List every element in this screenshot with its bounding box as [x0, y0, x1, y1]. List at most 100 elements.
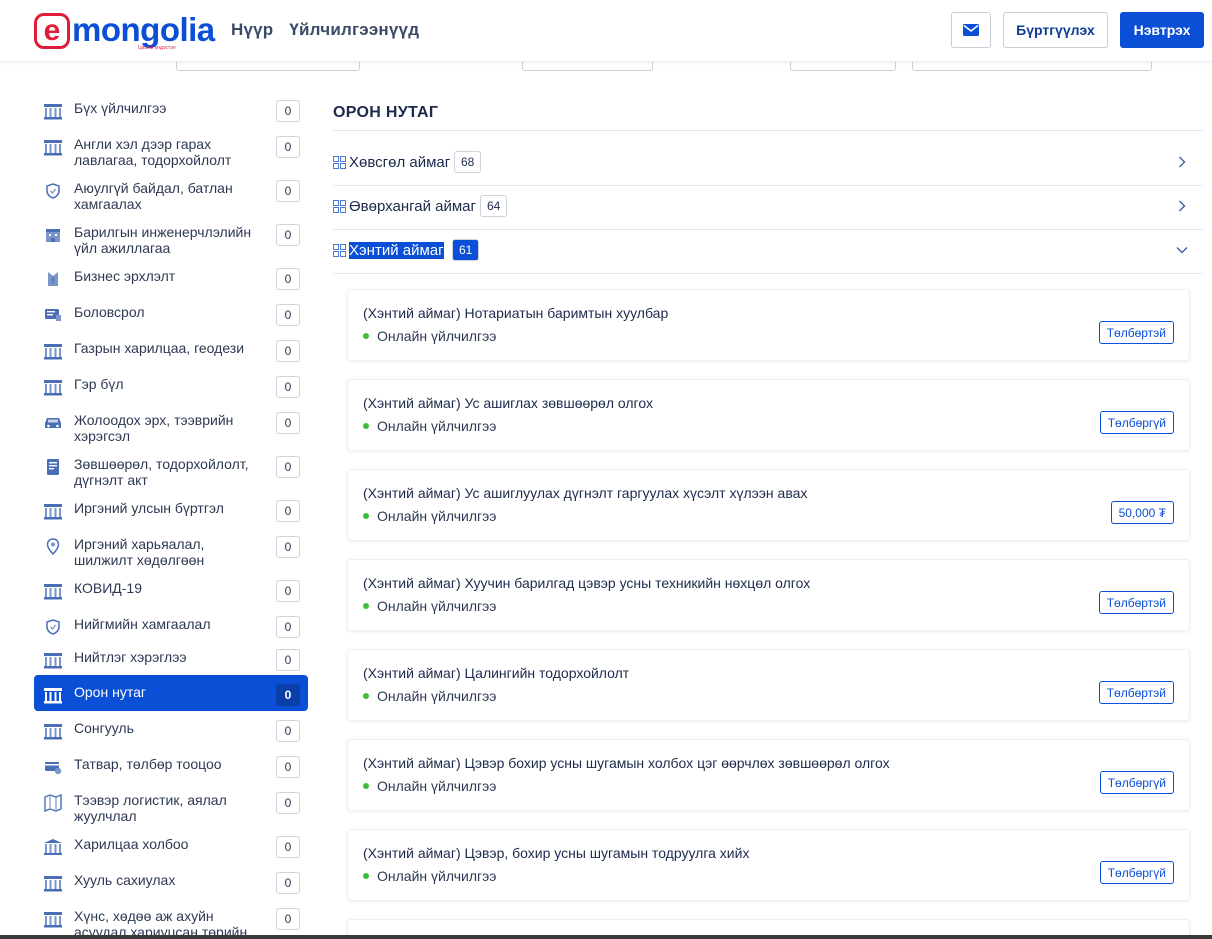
sidebar-item[interactable]: Газрын харилцаа, геодези 0	[34, 331, 308, 367]
status-dot-icon	[363, 783, 369, 789]
region-count: 64	[480, 195, 508, 217]
sidebar-item[interactable]: Бүх үйлчилгээ 0	[34, 91, 308, 127]
service-card[interactable]: (Хэнтий аймаг) Цэвэр, бохир усны шугамын…	[348, 830, 1189, 900]
sidebar-item-count: 0	[276, 412, 300, 434]
price-badge: 50,000 ₮	[1110, 501, 1174, 524]
mail-icon	[963, 24, 979, 36]
sidebar-item[interactable]: Татвар, төлбөр тооцоо 0	[34, 747, 308, 783]
sidebar-item[interactable]: Харилцаа холбоо 0	[34, 827, 308, 863]
service-card[interactable]: (Хэнтий аймаг) Хуучин барилгад цэвэр усн…	[348, 560, 1189, 630]
status-dot-icon	[363, 513, 369, 519]
chevron-right-icon[interactable]	[1175, 199, 1189, 213]
sidebar-item[interactable]: Орон нутаг 0	[34, 675, 308, 711]
service-card[interactable]: (Хэнтий аймаг) Цалингийн тодорхойлолт Онл…	[348, 650, 1189, 720]
sidebar-item-label: Жолоодох эрх, тээврийн хэрэгсэл	[74, 412, 234, 444]
login-button[interactable]: Нэвтрэх	[1120, 12, 1204, 48]
region-name: Хэнтий аймаг	[349, 242, 444, 259]
sidebar-item-count: 0	[276, 756, 300, 778]
sidebar-item[interactable]: Англи хэл дээр гарах лавлагаа, тодорхойл…	[34, 127, 308, 171]
sidebar-item-count: 0	[276, 616, 300, 638]
filter-select-1[interactable]	[176, 62, 360, 71]
sidebar-item[interactable]: Гэр бүл 0	[34, 367, 308, 403]
sidebar-item-count: 0	[276, 908, 300, 930]
service-card[interactable]: (Хэнтий аймаг) Нотариатын баримтын хуулб…	[348, 290, 1189, 360]
building-icon	[42, 872, 64, 894]
service-status: Онлайн үйлчилгээ	[363, 778, 496, 794]
sidebar-item[interactable]: Хууль сахиулах 0	[34, 863, 308, 899]
chevron-down-icon[interactable]	[1175, 243, 1189, 257]
sidebar-item-count: 0	[276, 268, 300, 290]
filter-select-4[interactable]	[912, 62, 1152, 71]
sidebar-item-label: Англи хэл дээр гарах лавлагаа, тодорхойл…	[74, 136, 232, 168]
sidebar-item[interactable]: Жолоодох эрх, тээврийн хэрэгсэл 0	[34, 403, 308, 447]
shield-icon	[42, 616, 64, 638]
sidebar-item[interactable]: Нийтлэг хэрэглээ 0	[34, 643, 308, 675]
service-card[interactable]: (Хэнтий аймаг) Цэвэр бохир усны шугамын …	[348, 740, 1189, 810]
sidebar-item-label: Иргэний улсын бүртгэл	[74, 500, 224, 516]
sidebar-item[interactable]: Нийгмийн хамгаалал 0	[34, 607, 308, 643]
service-status-label: Онлайн үйлчилгээ	[377, 598, 497, 614]
sidebar-item[interactable]: Иргэний харьяалал, шилжилт хөдөлгөөн 0	[34, 527, 308, 571]
service-status: Онлайн үйлчилгээ	[363, 688, 496, 704]
service-title[interactable]: (Хэнтий аймаг) Цэвэр бохир усны шугамын …	[363, 755, 890, 771]
building-icon	[42, 340, 64, 362]
sidebar-item-count: 0	[276, 684, 300, 706]
sidebar-item-label: Газрын харилцаа, геодези	[74, 340, 245, 356]
service-title[interactable]: (Хэнтий аймаг) Цэвэр, бохир усны шугамын…	[363, 845, 749, 861]
chevron-right-icon[interactable]	[1175, 155, 1189, 169]
building-icon	[42, 136, 64, 158]
service-card[interactable]: (Хэнтий аймаг) Ус ашиглуулах дүгнэлт гар…	[348, 470, 1189, 540]
sidebar-item[interactable]: Барилгын инженерчлэлийн үйл ажиллагаа 0	[34, 215, 308, 259]
sidebar-item[interactable]: Иргэний улсын бүртгэл 0	[34, 491, 308, 527]
service-status-label: Онлайн үйлчилгээ	[377, 328, 497, 344]
sidebar-item-label: Сонгууль	[74, 720, 134, 736]
region-row[interactable]: Хэнтий аймаг 61	[333, 230, 1203, 274]
service-title[interactable]: (Хэнтий аймаг) Цалингийн тодорхойлолт	[363, 665, 629, 681]
sidebar-item-count: 0	[276, 224, 300, 246]
sidebar-item[interactable]: КОВИД-19 0	[34, 571, 308, 607]
sidebar-item-label: Хууль сахиулах	[74, 872, 176, 888]
sidebar-item[interactable]: Зөвшөөрөл, тодорхойлолт, дүгнэлт акт 0	[34, 447, 308, 491]
sidebar-item-label: Зөвшөөрөл, тодорхойлолт, дүгнэлт акт	[74, 456, 249, 488]
top-header: e mongolia Цахим үндэстэн Нүүр Үйлчилгээ…	[0, 0, 1212, 62]
sidebar-item[interactable]: Боловсрол 0	[34, 295, 308, 331]
service-status: Онлайн үйлчилгээ	[363, 418, 496, 434]
sidebar-item-label: Харилцаа холбоо	[74, 836, 189, 852]
service-title[interactable]: (Хэнтий аймаг) Ус ашиглах зөвшөөрөл олго…	[363, 395, 653, 411]
horizontal-scrollbar[interactable]	[0, 935, 1212, 939]
service-title[interactable]: (Хэнтий аймаг) Ус ашиглуулах дүгнэлт гар…	[363, 485, 807, 501]
construction-icon	[42, 224, 64, 246]
filter-select-3[interactable]	[790, 62, 896, 71]
sidebar-item-count: 0	[276, 649, 300, 671]
building-icon	[42, 500, 64, 522]
price-badge: Төлбөргүй	[1099, 861, 1174, 884]
document-icon	[42, 456, 64, 478]
sidebar-item[interactable]: Аюулгүй байдал, батлан хамгаалах 0	[34, 171, 308, 215]
region-row[interactable]: Өвөрхангай аймаг 64	[333, 186, 1203, 230]
region-row[interactable]: Хөвсгөл аймаг 68	[333, 142, 1203, 186]
nav-services[interactable]: Үйлчилгээнүүд	[289, 20, 419, 40]
sidebar-item-count: 0	[276, 376, 300, 398]
status-dot-icon	[363, 693, 369, 699]
title-divider	[333, 130, 1203, 131]
service-card[interactable]: (Хэнтий аймаг) Ус ашиглах зөвшөөрөл олго…	[348, 380, 1189, 450]
main-nav: Нүүр Үйлчилгээнүүд	[231, 20, 419, 40]
sidebar-item[interactable]: Бизнес эрхлэлт 0	[34, 259, 308, 295]
sidebar-item-label: Бизнес эрхлэлт	[74, 268, 176, 284]
sidebar-item[interactable]: Сонгууль 0	[34, 711, 308, 747]
location-icon	[42, 536, 64, 558]
emongolia-logo[interactable]: e mongolia Цахим үндэстэн	[34, 12, 215, 51]
filter-select-2[interactable]	[522, 62, 653, 71]
nav-home[interactable]: Нүүр	[231, 20, 273, 40]
sidebar-item-count: 0	[276, 500, 300, 522]
sidebar-item[interactable]: Тээвэр логистик, аялал жуулчлал 0	[34, 783, 308, 827]
register-button[interactable]: Бүртгүүлэх	[1003, 12, 1108, 48]
sidebar-item-label: Иргэний харьяалал, шилжилт хөдөлгөөн	[74, 536, 205, 568]
service-title[interactable]: (Хэнтий аймаг) Хуучин барилгад цэвэр усн…	[363, 575, 810, 591]
region-name: Өвөрхангай аймаг	[349, 198, 476, 215]
service-title[interactable]: (Хэнтий аймаг) Нотариатын баримтын хуулб…	[363, 305, 668, 321]
sidebar-item[interactable]: Хүнс, хөдөө аж ахуйн асуудал хариуцсан т…	[34, 899, 308, 939]
mail-button[interactable]	[951, 12, 991, 48]
sidebar-item-count: 0	[276, 456, 300, 478]
building-icon	[42, 100, 64, 122]
